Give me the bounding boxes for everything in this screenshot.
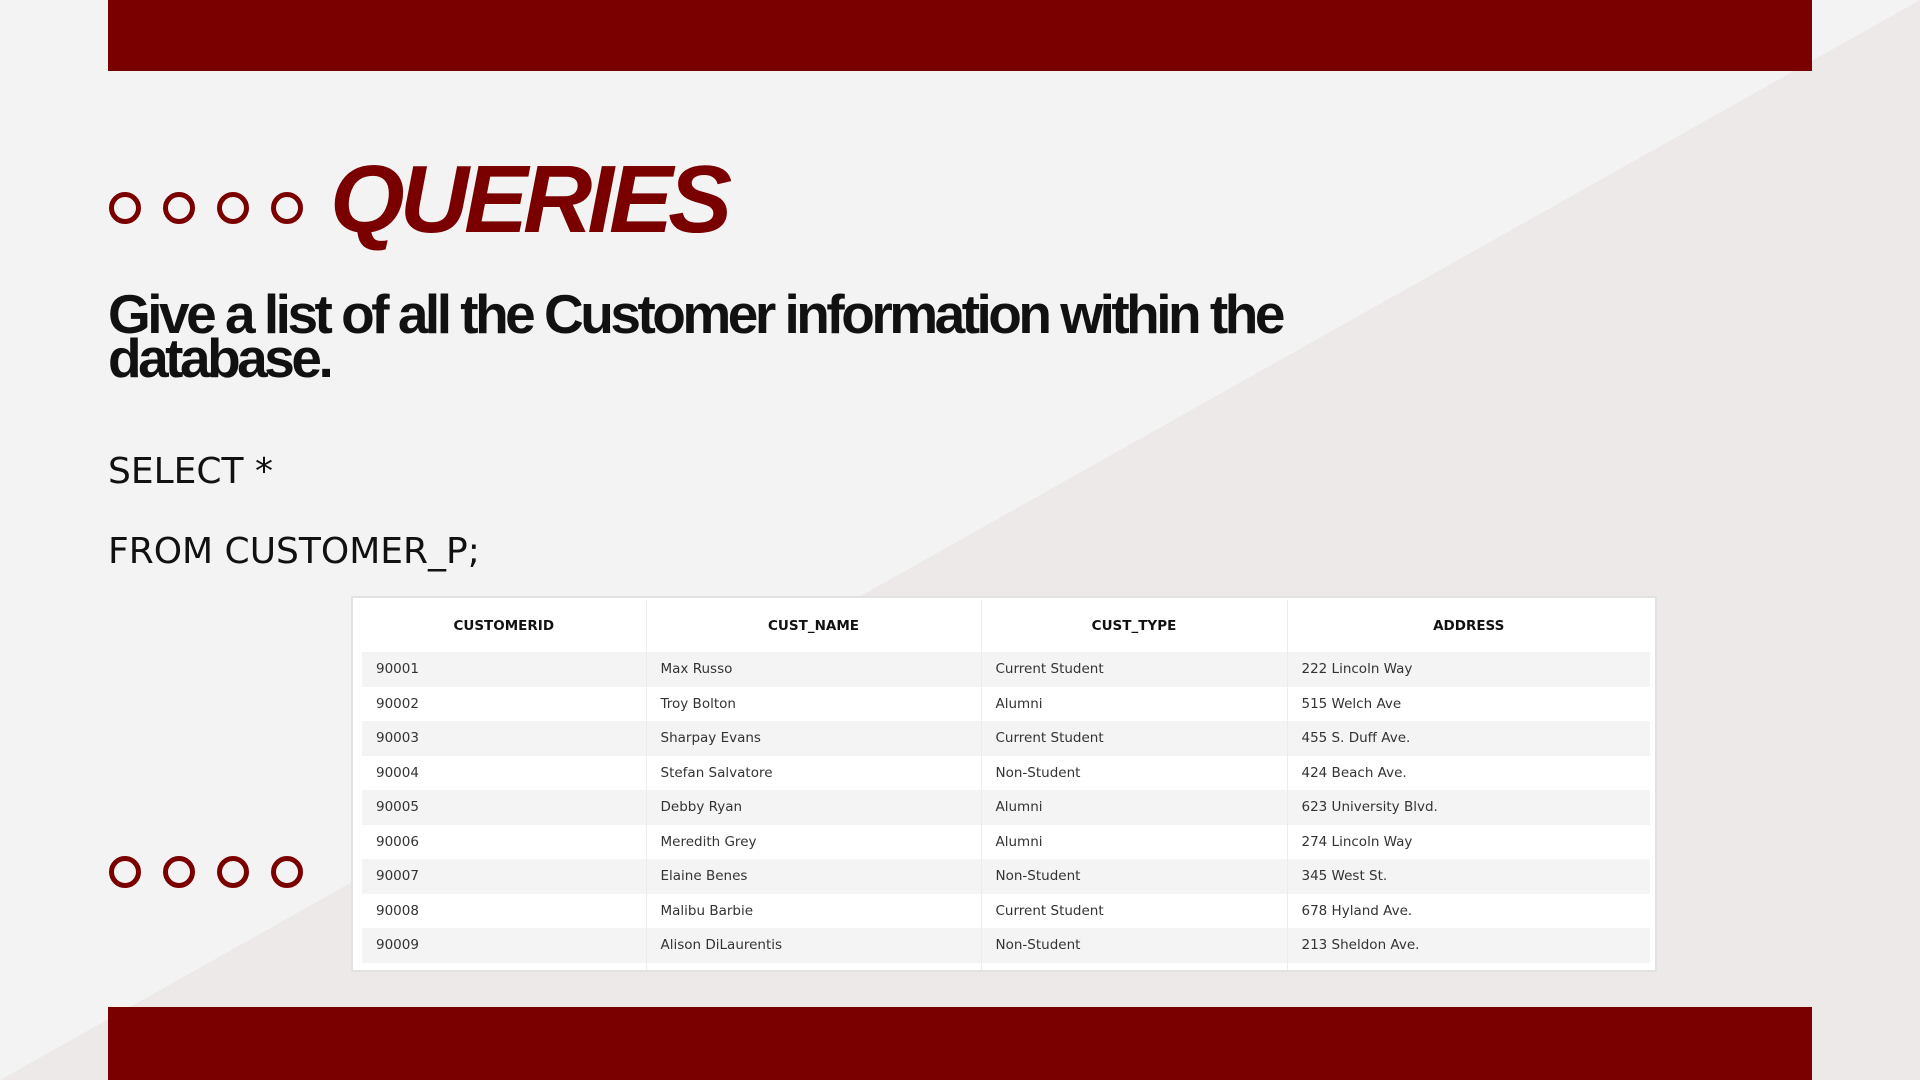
table-cell: 222 Lincoln Way (1287, 652, 1650, 687)
table-cell: 345 West St. (1287, 859, 1650, 894)
table-cell: 678 Hyland Ave. (1287, 893, 1650, 928)
circle-icon (217, 192, 249, 224)
table-cell: 424 Beach Ave. (1287, 755, 1650, 790)
table-cell: Alumni (981, 790, 1288, 825)
table-cell: Alumni (981, 686, 1288, 721)
table-cell: 623 University Blvd. (1287, 790, 1650, 825)
table-header-row: CUSTOMERID CUST_NAME CUST_TYPE ADDRESS (362, 600, 1650, 652)
column-header-customerid[interactable]: CUSTOMERID (362, 600, 647, 652)
table-cell: Meredith Grey (646, 824, 982, 859)
circle-icon (109, 856, 141, 888)
table-row[interactable]: 90004 Stefan Salvatore Non-Student 424 B… (362, 755, 1650, 790)
table-row[interactable]: 90006 Meredith Grey Alumni 274 Lincoln W… (362, 824, 1650, 859)
table-cell: 90008 (362, 893, 647, 928)
table-row[interactable]: 90003 Sharpay Evans Current Student 455 … (362, 721, 1650, 756)
table-cell: Troy Bolton (646, 686, 982, 721)
slide-title: QUERIES (330, 146, 732, 253)
table-cell: Max Russo (646, 652, 982, 687)
table-cell: Non-Student (981, 859, 1288, 894)
table-cell: 274 Lincoln Way (1287, 824, 1650, 859)
circle-icon (271, 856, 303, 888)
table-row[interactable]: 90009 Alison DiLaurentis Non-Student 213… (362, 928, 1650, 963)
table-cell: Alumni (981, 824, 1288, 859)
table-cell: Stefan Salvatore (646, 755, 982, 790)
table-cell: 90004 (362, 755, 647, 790)
sql-from-line: FROM CUSTOMER_P; (108, 531, 480, 572)
table-cell: 90002 (362, 686, 647, 721)
table-cell: Non-Student (981, 928, 1288, 963)
table-row[interactable]: 90002 Troy Bolton Alumni 515 Welch Ave (362, 686, 1650, 721)
circle-icon (163, 192, 195, 224)
table-cell: 90007 (362, 859, 647, 894)
table-row[interactable]: 90008 Malibu Barbie Current Student 678 … (362, 893, 1650, 928)
bottom-accent-bar (108, 1007, 1812, 1080)
table-cell: Non-Student (981, 755, 1288, 790)
sql-select-line: SELECT * (108, 451, 273, 492)
table-row-partial (362, 962, 1650, 970)
table-row[interactable]: 90001 Max Russo Current Student 222 Linc… (362, 652, 1650, 687)
table-row[interactable]: 90007 Elaine Benes Non-Student 345 West … (362, 859, 1650, 894)
table-cell: Current Student (981, 893, 1288, 928)
table-cell: 90001 (362, 652, 647, 687)
table-cell: 90005 (362, 790, 647, 825)
circle-icon (271, 192, 303, 224)
table-cell: 90009 (362, 928, 647, 963)
decorative-dots-bottom (109, 856, 303, 888)
table-cell: Current Student (981, 652, 1288, 687)
table-cell: Current Student (981, 721, 1288, 756)
table-cell: Alison DiLaurentis (646, 928, 982, 963)
query-question: Give a list of all the Customer informat… (108, 283, 1285, 389)
result-grid: CUSTOMERID CUST_NAME CUST_TYPE ADDRESS 9… (362, 600, 1650, 970)
decorative-dots-top (109, 192, 303, 224)
table-cell: Elaine Benes (646, 859, 982, 894)
table-cell: 515 Welch Ave (1287, 686, 1650, 721)
column-header-address[interactable]: ADDRESS (1287, 600, 1650, 652)
table-cell: 90006 (362, 824, 647, 859)
query-result-table: CUSTOMERID CUST_NAME CUST_TYPE ADDRESS 9… (351, 596, 1657, 972)
table-cell: 90003 (362, 721, 647, 756)
table-cell: Debby Ryan (646, 790, 982, 825)
table-cell: 455 S. Duff Ave. (1287, 721, 1650, 756)
table-cell: Malibu Barbie (646, 893, 982, 928)
column-header-cust-name[interactable]: CUST_NAME (646, 600, 982, 652)
column-header-cust-type[interactable]: CUST_TYPE (981, 600, 1288, 652)
circle-icon (163, 856, 195, 888)
top-accent-bar (108, 0, 1812, 71)
table-cell: Sharpay Evans (646, 721, 982, 756)
table-row[interactable]: 90005 Debby Ryan Alumni 623 University B… (362, 790, 1650, 825)
table-cell: 213 Sheldon Ave. (1287, 928, 1650, 963)
circle-icon (217, 856, 249, 888)
circle-icon (109, 192, 141, 224)
